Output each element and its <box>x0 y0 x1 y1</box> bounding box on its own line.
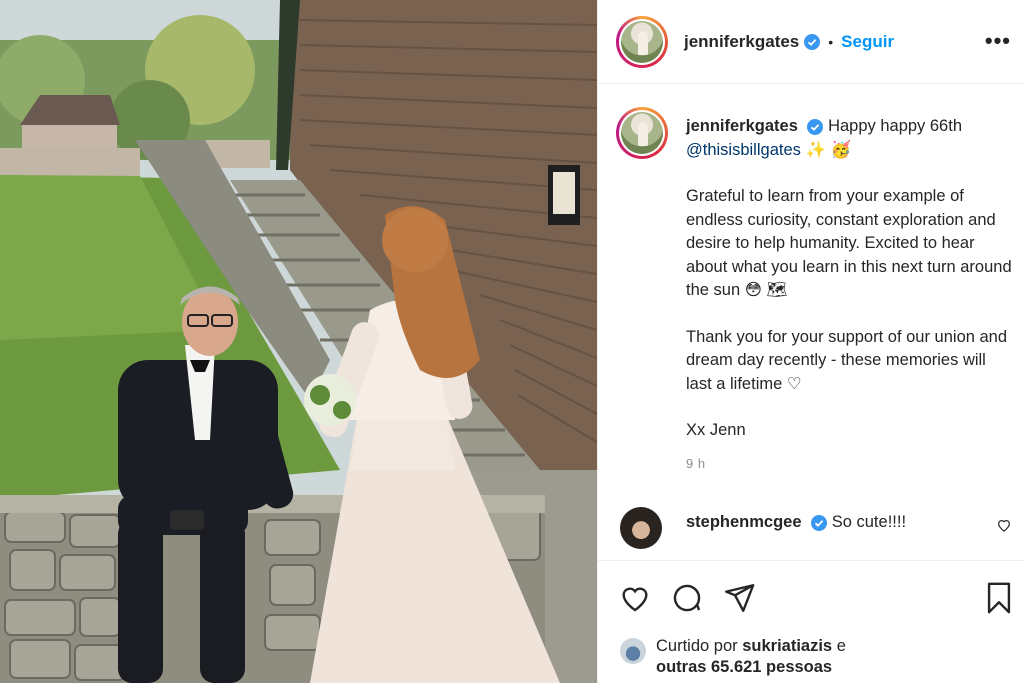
separator-dot: • <box>828 33 834 50</box>
likes-user[interactable]: sukriatiazis <box>742 637 832 655</box>
comment-text: stephenmcgee So cute!!!! <box>686 513 906 532</box>
wedding-photo <box>0 0 597 683</box>
likes-prefix: Curtido por <box>656 637 738 655</box>
caption-signoff: Xx Jenn <box>686 421 746 439</box>
post-timestamp[interactable]: 9 h <box>686 456 706 471</box>
caption-paragraph-2: Grateful to learn from your example of e… <box>686 187 1012 299</box>
save-bookmark-icon[interactable] <box>984 581 1014 620</box>
caption-mention[interactable]: @thisisbillgates <box>686 141 801 159</box>
caption-intro: Happy happy 66th <box>828 117 962 135</box>
caption-text: jenniferkgates Happy happy 66th @thisisb… <box>686 115 1016 443</box>
post-sidebar: jenniferkgates • Seguir ••• jenniferkgat… <box>597 0 1024 683</box>
likes-summary[interactable]: Curtido por sukriatiazis e outras 65.621… <box>620 634 1020 678</box>
follow-button[interactable]: Seguir <box>841 32 894 52</box>
verified-badge-icon <box>804 33 821 50</box>
author-username[interactable]: jenniferkgates <box>684 32 799 52</box>
caption-username[interactable]: jenniferkgates <box>686 117 798 135</box>
comment-bubble-icon[interactable] <box>670 581 704 620</box>
comment-body: So cute!!!! <box>831 513 907 531</box>
comment-item: stephenmcgee So cute!!!! <box>620 507 1020 551</box>
post-photo[interactable] <box>0 0 597 683</box>
likes-conjunction: e <box>836 637 846 655</box>
commenter-avatar[interactable] <box>620 507 662 549</box>
comments-section[interactable]: jenniferkgates Happy happy 66th @thisisb… <box>598 85 1024 560</box>
verified-badge-icon <box>807 118 824 135</box>
more-options-icon[interactable]: ••• <box>985 28 1011 54</box>
commenter-username[interactable]: stephenmcgee <box>686 513 802 531</box>
caption-paragraph-3: Thank you for your support of our union … <box>686 327 1008 393</box>
likes-others[interactable]: outras 65.621 pessoas <box>656 658 832 676</box>
likes-text: Curtido por sukriatiazis e outras 65.621… <box>656 636 846 678</box>
verified-badge-icon <box>811 514 828 531</box>
like-heart-icon[interactable] <box>618 581 652 620</box>
comment-like-heart-icon[interactable] <box>996 517 1012 538</box>
share-paper-plane-icon[interactable] <box>722 581 756 620</box>
post-header: jenniferkgates • Seguir ••• <box>598 0 1024 84</box>
caption-emojis: ✨ 🥳 <box>805 140 852 159</box>
post-actions <box>598 560 1024 634</box>
caption-avatar[interactable] <box>616 107 668 159</box>
liker-avatar[interactable] <box>620 638 646 664</box>
author-avatar[interactable] <box>616 15 668 68</box>
